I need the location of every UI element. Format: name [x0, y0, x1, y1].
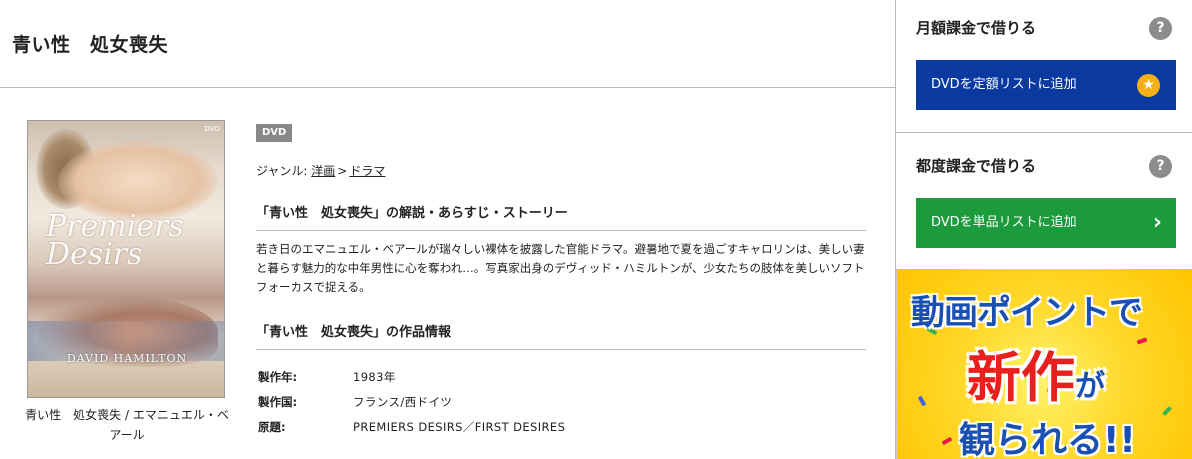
help-icon[interactable]: ?: [1149, 17, 1172, 40]
monthly-rental-heading: 月額課金で借りる: [916, 19, 1037, 37]
main-content: 青い性 処女喪失 Premiers Desirs DAVID HAMILTON …: [0, 0, 895, 459]
jacket-director: DAVID HAMILTON: [66, 352, 188, 365]
info-label: 製作年:: [258, 369, 298, 384]
confetti-shape: [1162, 406, 1172, 416]
info-row-country: 製作国: フランス/西ドイツ: [256, 389, 565, 414]
genre-label: ジャンル:: [256, 164, 308, 178]
genre-link-drama[interactable]: ドラマ: [349, 164, 385, 178]
info-label: 原題:: [258, 419, 286, 434]
add-to-single-list-button[interactable]: DVDを単品リストに追加 ›: [916, 198, 1176, 248]
info-heading: 「青い性 処女喪失」の作品情報: [256, 321, 866, 350]
confetti-shape: [917, 395, 927, 407]
synopsis-heading: 「青い性 処女喪失」の解説・あらすじ・ストーリー: [256, 202, 866, 231]
info-label: 製作国:: [258, 394, 298, 409]
help-icon[interactable]: ?: [1149, 155, 1172, 178]
confetti-shape: [1136, 337, 1148, 345]
button-label: DVDを単品リストに追加: [931, 215, 1077, 230]
chevron-right-icon: ›: [1152, 210, 1162, 235]
per-rental-heading: 都度課金で借りる: [916, 157, 1037, 175]
jacket-caption: 青い性 処女喪失 / エマニュエル・ベアール: [25, 408, 229, 442]
point-promo-banner[interactable]: 動画ポイントで 新作が 観られる!!: [896, 269, 1192, 459]
jacket-dvd-mark: DVD: [204, 125, 220, 133]
rental-sidebar: 月額課金で借りる ? DVDを定額リストに追加 ★ 都度課金で借りる ? DVD…: [896, 0, 1192, 459]
button-label: DVDを定額リストに追加: [931, 77, 1077, 92]
banner-line2: 新作が: [967, 333, 1105, 412]
info-row-year: 製作年: 1983年: [256, 364, 565, 389]
info-value: 1983年: [353, 369, 396, 384]
per-rental-section: 都度課金で借りる ? DVDを単品リストに追加 ›: [896, 133, 1192, 269]
banner-line1: 動画ポイントで: [911, 293, 1143, 333]
monthly-rental-section: 月額課金で借りる ? DVDを定額リストに追加 ★: [896, 0, 1192, 132]
banner-line3: 観られる!!: [959, 420, 1136, 459]
info-value: フランス/西ドイツ: [353, 394, 453, 409]
synopsis-text: 若き日のエマニュエル・ベアールが瑞々しい裸体を披露した官能ドラマ。避暑地で夏を過…: [256, 242, 865, 294]
media-badge: DVD: [256, 124, 293, 142]
chevron-right-icon: >: [337, 164, 348, 178]
page-title: 青い性 処女喪失: [12, 34, 169, 56]
confetti-shape: [941, 436, 953, 446]
genre-breadcrumb: ジャンル: 洋画 > ドラマ: [256, 162, 385, 179]
jacket-logo: Premiers Desirs: [46, 209, 184, 272]
banner-new-release: 新作: [967, 346, 1075, 409]
genre-link-foreign-film[interactable]: 洋画: [311, 164, 335, 178]
dvd-jacket-image[interactable]: Premiers Desirs DAVID HAMILTON DVD: [27, 120, 225, 398]
star-icon: ★: [1137, 74, 1160, 97]
detail-content: DVD ジャンル: 洋画 > ドラマ 「青い性 処女喪失」の解説・あらすじ・ストーリ…: [256, 120, 866, 434]
info-row-original-title: 原題: PREMIERS DESIRS／FIRST DESIRES: [256, 414, 565, 439]
info-table: 製作年: 1983年 製作国: フランス/西ドイツ 原題: PREMIERS D…: [256, 364, 565, 439]
info-value: PREMIERS DESIRS／FIRST DESIRES: [353, 419, 566, 434]
add-to-monthly-list-button[interactable]: DVDを定額リストに追加 ★: [916, 60, 1176, 110]
banner-particle: が: [1075, 369, 1105, 404]
title-divider: [0, 87, 895, 88]
